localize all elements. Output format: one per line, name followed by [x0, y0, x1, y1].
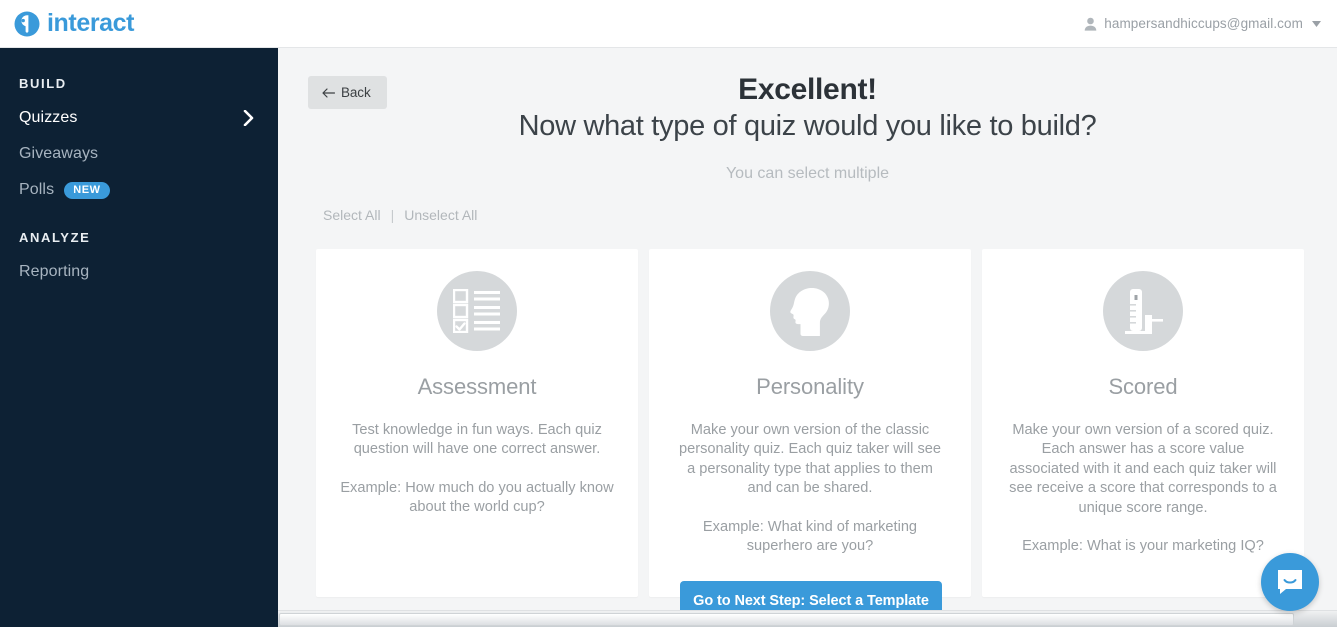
- interact-logo-icon: [14, 11, 40, 36]
- main-content: Back Excellent! Now what type of quiz wo…: [278, 48, 1337, 627]
- quiz-type-card-assessment[interactable]: Assessment Test knowledge in fun ways. E…: [316, 249, 638, 597]
- score-meter-icon: [1125, 289, 1163, 334]
- new-badge: NEW: [64, 181, 110, 199]
- page-headline: Excellent!: [738, 73, 877, 106]
- chevron-right-icon[interactable]: [243, 110, 254, 126]
- card-example-scored: Example: What is your marketing IQ?: [1022, 538, 1264, 555]
- quiz-type-card-scored[interactable]: Scored Make your own version of a scored…: [982, 249, 1304, 597]
- quiz-type-cards: Assessment Test knowledge in fun ways. E…: [316, 249, 1306, 597]
- quiz-type-card-personality[interactable]: Personality Make your own version of the…: [649, 249, 971, 597]
- selection-hint: You can select multiple: [725, 165, 890, 182]
- chat-launcher-button[interactable]: [1261, 553, 1319, 611]
- assessment-icon-circle: [437, 271, 517, 351]
- sidebar-item-giveaways[interactable]: Giveaways: [19, 136, 258, 172]
- card-description-scored: Make your own version of a scored quiz. …: [1009, 422, 1277, 516]
- unselect-all-link[interactable]: Unselect All: [404, 207, 477, 223]
- brand-logo[interactable]: interact: [14, 9, 135, 37]
- page-subheadline: Now what type of quiz would you like to …: [518, 110, 1097, 142]
- select-separator: |: [390, 207, 395, 223]
- sidebar-section-build: BUILD: [19, 76, 67, 91]
- sidebar-item-polls-label: Polls: [19, 181, 55, 198]
- chevron-down-icon[interactable]: [1312, 20, 1321, 27]
- card-description-assessment: Test knowledge in fun ways. Each quiz qu…: [352, 422, 602, 458]
- select-controls: Select All | Unselect All: [278, 207, 1337, 223]
- sidebar-item-polls[interactable]: Polls NEW: [19, 172, 258, 208]
- sidebar-item-giveaways-left: Giveaways: [19, 145, 98, 163]
- head-profile-icon: [790, 288, 829, 336]
- horizontal-scrollbar-thumb[interactable]: [279, 613, 1294, 626]
- sidebar-section-analyze: ANALYZE: [19, 230, 91, 245]
- back-button-label: Back: [341, 85, 371, 100]
- sidebar-item-quizzes[interactable]: Quizzes: [19, 100, 258, 136]
- horizontal-scrollbar[interactable]: [278, 610, 1337, 627]
- card-example-personality: Example: What kind of marketing superher…: [702, 518, 918, 555]
- sidebar-item-giveaways-label: Giveaways: [19, 145, 99, 162]
- back-button[interactable]: Back: [308, 76, 387, 109]
- card-title-assessment: Assessment: [417, 374, 537, 399]
- card-title-scored: Scored: [1108, 374, 1178, 399]
- card-title-personality: Personality: [756, 374, 864, 399]
- sidebar-item-reporting[interactable]: Reporting: [19, 254, 258, 290]
- sidebar-item-polls-left: Polls NEW: [19, 181, 110, 199]
- sidebar-divider-space: [19, 208, 258, 230]
- arrow-left-icon: [322, 87, 335, 98]
- card-example-assessment: Example: How much do you actually know a…: [340, 479, 614, 516]
- account-email: hampersandhiccups@gmail.com: [1104, 16, 1303, 31]
- sidebar-item-reporting-left: Reporting: [19, 263, 89, 281]
- sidebar-item-reporting-label: Reporting: [19, 263, 90, 280]
- top-bar: interact hampersandhiccups@gmail.com: [0, 0, 1337, 48]
- chat-bubble-icon: [1278, 570, 1302, 594]
- brand-name: interact: [47, 9, 135, 37]
- scored-icon-circle: [1103, 271, 1183, 351]
- sidebar-item-quizzes-label: Quizzes: [19, 109, 78, 126]
- sidebar: BUILD Quizzes Giveaways Polls NEW ANALYZ…: [0, 48, 278, 627]
- account-menu[interactable]: hampersandhiccups@gmail.com: [1084, 16, 1321, 31]
- personality-icon-circle: [770, 271, 850, 351]
- checklist-icon: [453, 289, 500, 333]
- sidebar-item-quizzes-left: Quizzes: [19, 109, 78, 127]
- select-all-link[interactable]: Select All: [323, 207, 381, 223]
- user-icon: [1084, 17, 1097, 31]
- app-root: interact hampersandhiccups@gmail.com BUI…: [0, 0, 1337, 627]
- card-description-personality: Make your own version of the classic per…: [678, 422, 941, 497]
